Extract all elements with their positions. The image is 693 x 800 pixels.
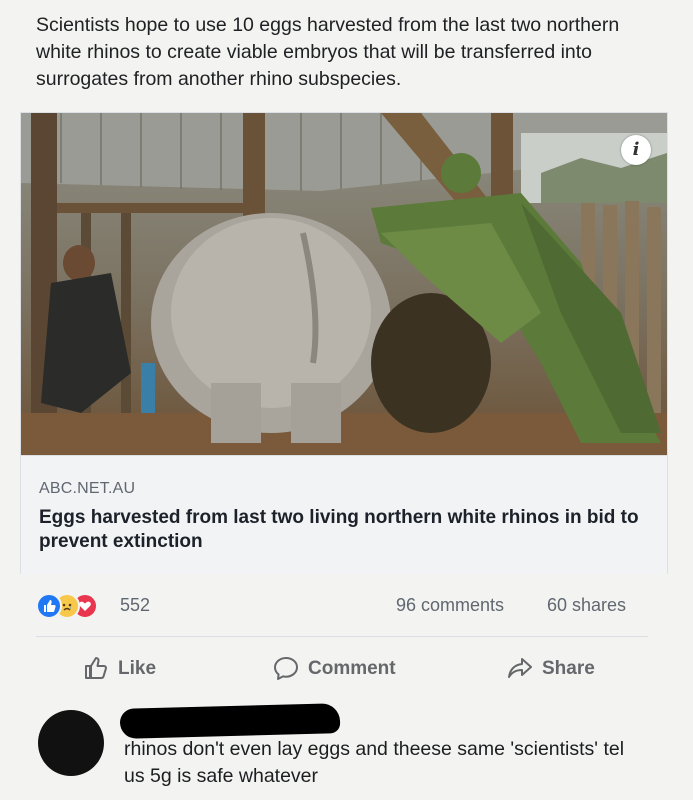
divider (36, 636, 648, 637)
thumbs-up-icon (85, 657, 107, 679)
like-label: Like (118, 658, 157, 679)
avatar[interactable] (38, 710, 104, 776)
link-preview-card[interactable]: i ABC.NET.AU Eggs harvested from last tw… (20, 112, 668, 574)
link-meta[interactable]: ABC.NET.AU Eggs harvested from last two … (21, 455, 667, 574)
reaction-count[interactable]: 552 (120, 595, 150, 616)
shares-count[interactable]: 60 shares (547, 595, 626, 616)
post-actions: Like Comment Share (36, 646, 648, 690)
share-label: Share (542, 658, 595, 679)
share-icon (508, 658, 532, 678)
post-text: Scientists hope to use 10 eggs harvested… (36, 14, 620, 90)
link-domain: ABC.NET.AU (39, 480, 136, 497)
comment-label: Comment (308, 658, 396, 679)
comment-text: rhinos don't even lay eggs and theese sa… (124, 738, 625, 787)
comment-icon (274, 657, 298, 680)
comments-count[interactable]: 96 comments (396, 595, 504, 616)
like-reaction-icon (36, 593, 62, 619)
link-title[interactable]: Eggs harvested from last two living nort… (39, 506, 649, 554)
redacted-commenter-name (119, 703, 341, 739)
comment: rhinos don't even lay eggs and theese sa… (34, 700, 674, 800)
link-preview-image[interactable]: i (21, 113, 667, 455)
info-icon[interactable]: i (621, 135, 651, 165)
rhino-photo (21, 113, 667, 455)
post-stats: 552 96 comments 60 shares (36, 590, 648, 620)
